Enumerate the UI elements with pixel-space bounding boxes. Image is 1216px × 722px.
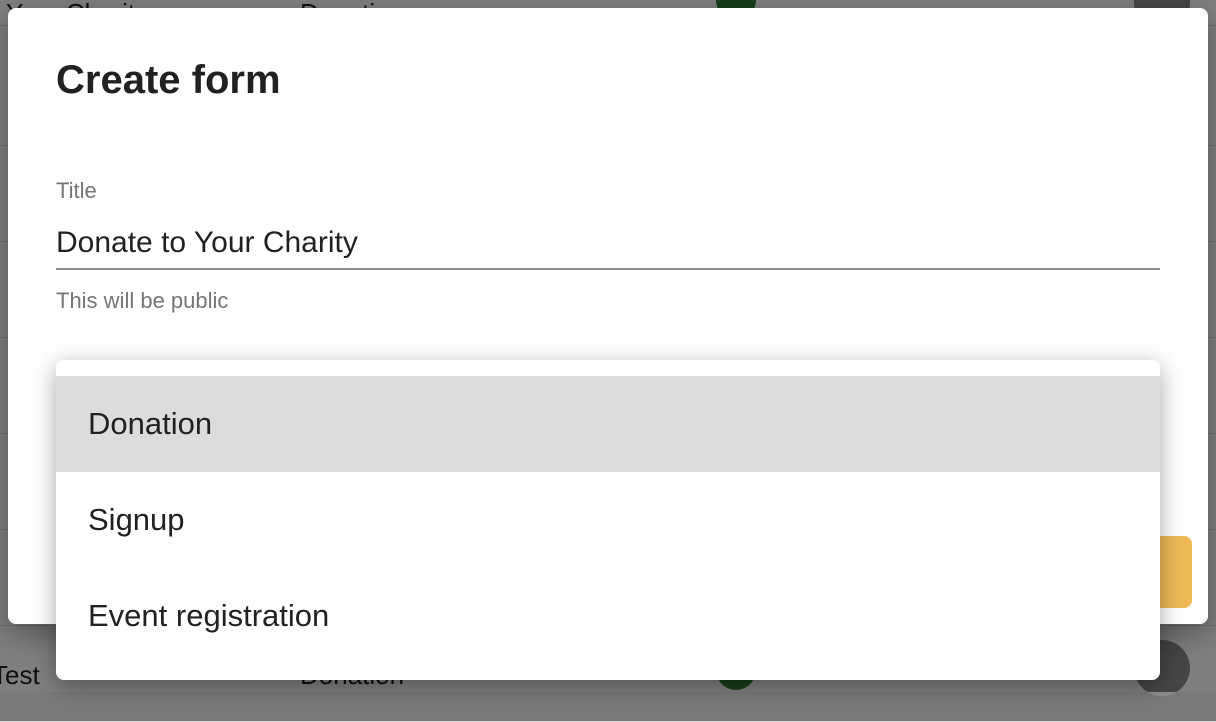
title-field-label: Title (56, 178, 97, 203)
title-helper-text: This will be public (56, 288, 229, 313)
form-type-menu: Donation Signup Event registration (56, 360, 1160, 680)
menu-item-signup[interactable]: Signup (56, 472, 1160, 568)
menu-item-event-registration[interactable]: Event registration (56, 568, 1160, 664)
title-input[interactable] (56, 218, 1160, 270)
menu-item-donation[interactable]: Donation (56, 376, 1160, 472)
dialog-title: Create form (56, 58, 281, 102)
